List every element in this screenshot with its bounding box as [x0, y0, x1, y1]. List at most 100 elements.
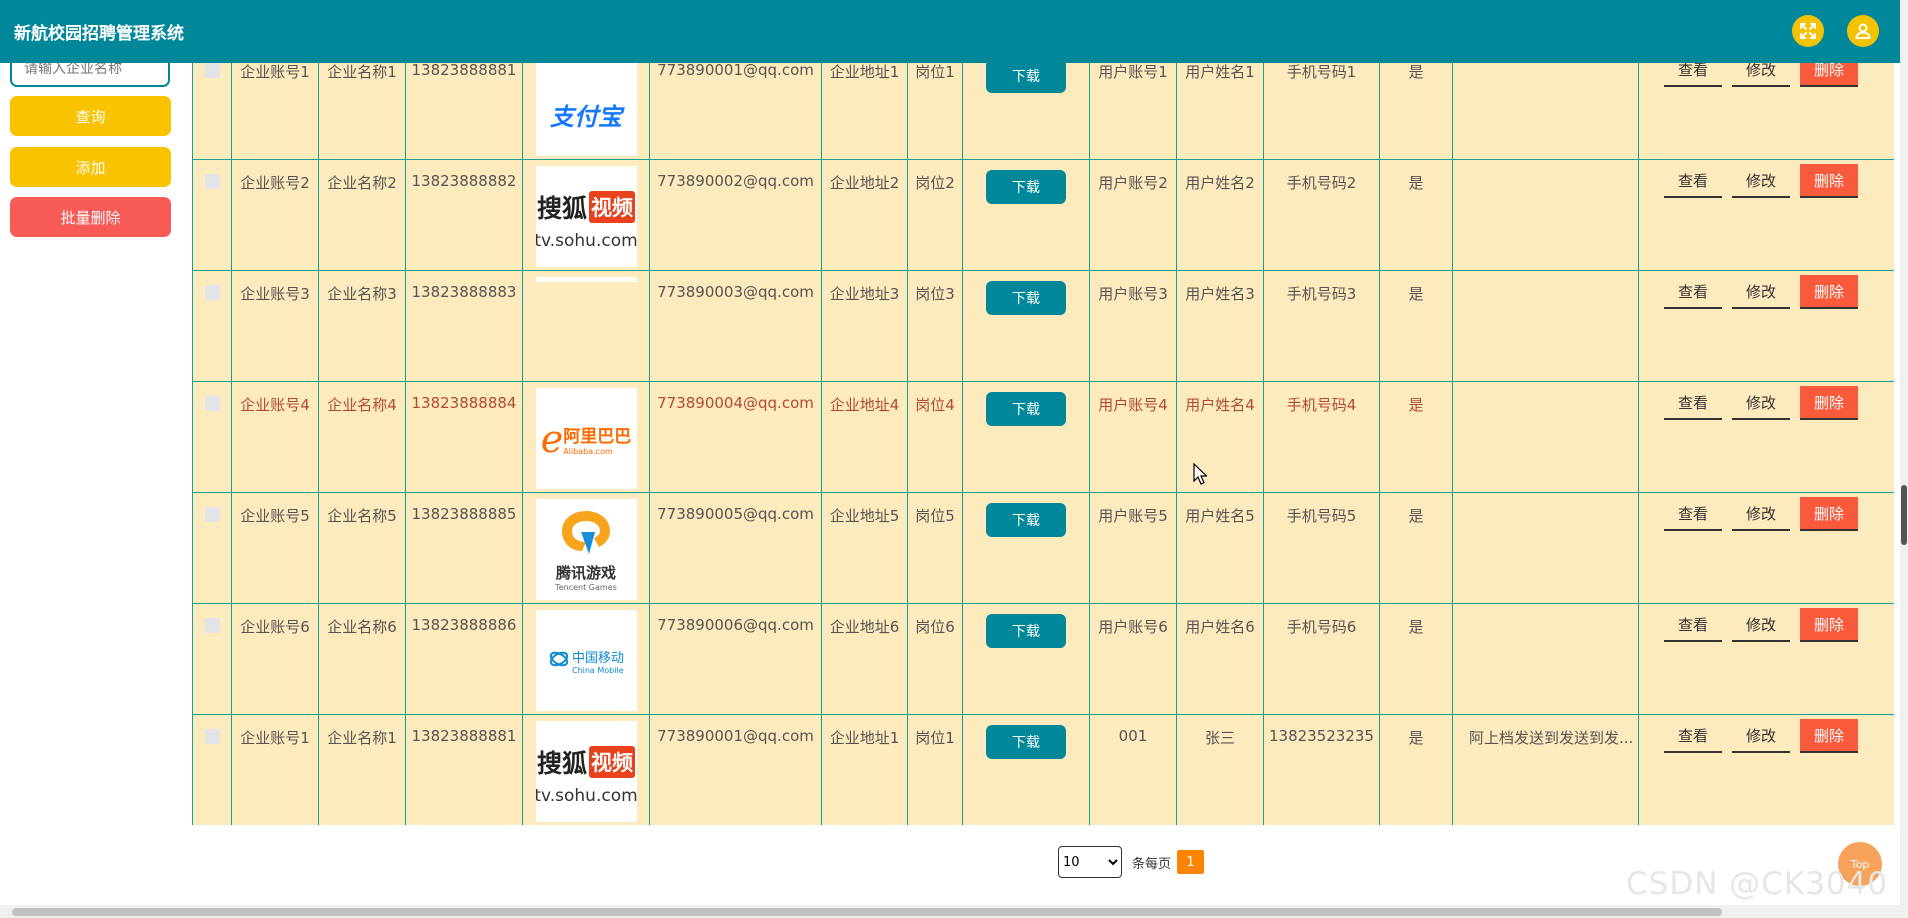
batch-delete-button[interactable]: 批量删除	[10, 197, 171, 237]
company-name-cell: 企业名称4	[318, 381, 406, 493]
edit-button[interactable]: 修改	[1732, 497, 1791, 531]
download-button[interactable]: 下载	[986, 503, 1066, 537]
delete-button[interactable]: 删除	[1800, 608, 1859, 642]
company-phone-cell: 13823888884	[405, 381, 523, 493]
row-checkbox[interactable]	[204, 63, 220, 78]
edit-button[interactable]: 修改	[1732, 275, 1791, 309]
company-address-cell: 企业地址4	[821, 381, 908, 493]
delete-button[interactable]: 删除	[1800, 164, 1859, 198]
delete-button[interactable]: 删除	[1800, 497, 1859, 531]
company-name-cell: 企业名称1	[318, 48, 406, 160]
sohu-video-logo: 搜狐 视频 tv.sohu.com	[535, 166, 637, 267]
company-account-cell: 企业账号2	[231, 159, 319, 271]
view-button[interactable]: 查看	[1664, 497, 1723, 531]
download-button[interactable]: 下载	[986, 614, 1066, 648]
row-checkbox[interactable]	[204, 618, 220, 633]
delete-button[interactable]: 删除	[1800, 719, 1859, 753]
row-checkbox[interactable]	[204, 507, 220, 522]
row-checkbox[interactable]	[204, 285, 220, 300]
download-button[interactable]: 下载	[986, 392, 1066, 426]
company-name-cell: 企业名称5	[318, 492, 406, 604]
vertical-scrollbar[interactable]	[1900, 0, 1908, 905]
alibaba-logo-text: 阿里巴巴	[563, 426, 632, 447]
download-cell: 下载	[962, 714, 1090, 825]
horizontal-scrollbar-thumb[interactable]	[12, 908, 1722, 916]
row-checkbox[interactable]	[204, 174, 220, 189]
actions-cell: 查看 修改 删除	[1638, 270, 1894, 382]
download-cell: 下载	[962, 381, 1090, 493]
add-button[interactable]: 添加	[10, 147, 171, 187]
company-phone-cell: 13823888883	[405, 270, 523, 382]
view-button[interactable]: 查看	[1664, 608, 1723, 642]
company-name-cell: 企业名称6	[318, 603, 406, 715]
company-phone-cell: 13823888881	[405, 714, 523, 825]
select-cell	[192, 603, 232, 715]
table-row: 企业账号6 企业名称6 13823888886 中国移动 China Mobile 773…	[192, 603, 1894, 715]
select-cell	[192, 159, 232, 271]
edit-button[interactable]: 修改	[1732, 719, 1791, 753]
delete-button[interactable]: 删除	[1800, 386, 1859, 420]
delete-button[interactable]: 删除	[1800, 275, 1859, 309]
view-button[interactable]: 查看	[1664, 386, 1723, 420]
download-button[interactable]: 下载	[986, 281, 1066, 315]
horizontal-scrollbar[interactable]	[0, 905, 1908, 918]
sohu-video-logo: 搜狐 视频 tv.sohu.com	[535, 721, 637, 822]
page-button-current[interactable]: 1	[1177, 850, 1205, 874]
note-cell: 阿上档发送到发送到发...	[1452, 714, 1639, 825]
row-checkbox[interactable]	[204, 729, 220, 744]
vertical-scrollbar-thumb[interactable]	[1901, 485, 1907, 545]
status-flag-cell: 是	[1379, 48, 1453, 160]
edit-button[interactable]: 修改	[1732, 386, 1791, 420]
view-button[interactable]: 查看	[1664, 275, 1723, 309]
tencent-games-sub-text: Tencent Games	[555, 582, 617, 592]
view-button[interactable]: 查看	[1664, 719, 1723, 753]
company-phone-cell: 13823888886	[405, 603, 523, 715]
top-header: 新航校园招聘管理系统	[0, 0, 1900, 63]
note-cell	[1452, 492, 1639, 604]
fullscreen-icon[interactable]	[1792, 15, 1824, 47]
user-phone-cell: 手机号码2	[1263, 159, 1380, 271]
user-name-cell: 张三	[1176, 714, 1264, 825]
edit-button[interactable]: 修改	[1732, 164, 1791, 198]
edit-button[interactable]: 修改	[1732, 608, 1791, 642]
view-button[interactable]: 查看	[1664, 164, 1723, 198]
company-phone-cell: 13823888882	[405, 159, 523, 271]
user-name-cell: 用户姓名5	[1176, 492, 1264, 604]
company-account-cell: 企业账号3	[231, 270, 319, 382]
company-phone-cell: 13823888885	[405, 492, 523, 604]
alipay-logo: 支付宝	[535, 55, 637, 156]
position-cell: 岗位1	[907, 714, 963, 825]
watermark: CSDN @CK3040	[1626, 866, 1889, 902]
status-flag-cell: 是	[1379, 270, 1453, 382]
note-cell	[1452, 270, 1639, 382]
china-mobile-logo: 中国移动 China Mobile	[535, 610, 637, 711]
user-icon[interactable]	[1847, 15, 1879, 47]
logo-cell: 中国移动 China Mobile	[522, 603, 650, 715]
tencent-games-text: 腾讯游戏	[555, 563, 616, 582]
position-cell: 岗位4	[907, 381, 963, 493]
actions-cell: 查看 修改 删除	[1638, 159, 1894, 271]
download-cell: 下载	[962, 48, 1090, 160]
user-name-cell: 用户姓名2	[1176, 159, 1264, 271]
company-email-cell: 773890003@qq.com	[649, 270, 822, 382]
china-mobile-sub-text: China Mobile	[571, 665, 624, 675]
download-button[interactable]: 下载	[986, 170, 1066, 204]
download-button[interactable]: 下载	[986, 59, 1066, 93]
blank-logo	[535, 277, 637, 282]
row-checkbox[interactable]	[204, 396, 220, 411]
logo-cell: 支付宝	[522, 48, 650, 160]
company-name-cell: 企业名称1	[318, 714, 406, 825]
logo-cell: 腾讯游戏 Tencent Games	[522, 492, 650, 604]
company-address-cell: 企业地址6	[821, 603, 908, 715]
company-phone-cell: 13823888881	[405, 48, 523, 160]
page-size-select[interactable]: 10	[1058, 846, 1122, 878]
status-flag-cell: 是	[1379, 381, 1453, 493]
query-button[interactable]: 查询	[10, 96, 171, 136]
user-name-cell: 用户姓名1	[1176, 48, 1264, 160]
actions-cell: 查看 修改 删除	[1638, 381, 1894, 493]
note-cell	[1452, 381, 1639, 493]
company-address-cell: 企业地址1	[821, 48, 908, 160]
company-email-cell: 773890002@qq.com	[649, 159, 822, 271]
download-button[interactable]: 下载	[986, 725, 1066, 759]
alipay-logo-text: 支付宝	[550, 103, 622, 131]
